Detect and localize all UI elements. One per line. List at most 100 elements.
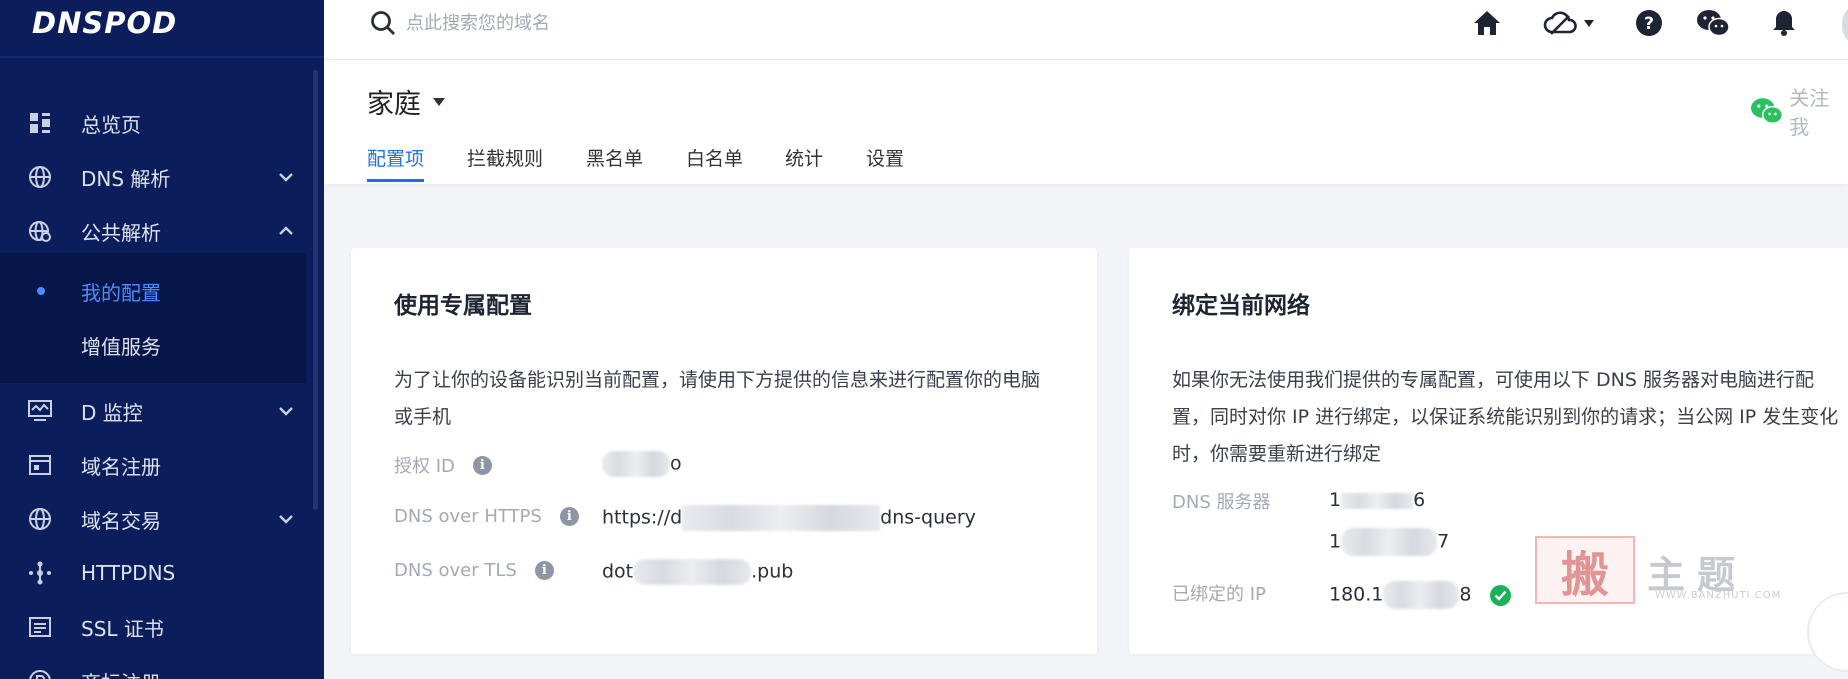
auth-id-value: o [602, 451, 682, 477]
card-title: 绑定当前网络 [1172, 293, 1310, 319]
globe-icon [28, 507, 52, 531]
sidebar-item-dns[interactable]: DNS 解析 [0, 150, 324, 204]
sidebar-item-trademark[interactable]: 商标注册 [0, 654, 324, 679]
value-prefix: https://d [602, 506, 683, 529]
chevron-down-icon [279, 173, 293, 182]
page-title: 家庭 [367, 89, 421, 120]
search-icon[interactable] [369, 9, 397, 37]
value-prefix: 180.1 [1329, 583, 1384, 606]
dot-value: dot .pub [602, 559, 793, 585]
desc-line: 或手机 [394, 406, 452, 428]
redacted-blur [1383, 581, 1460, 609]
sidebar-item-domain-register[interactable]: 域名注册 [0, 438, 324, 492]
card-title: 使用专属配置 [394, 293, 532, 319]
info-icon[interactable]: i [559, 507, 579, 526]
sidebar-subitem-my-config[interactable]: 我的配置 [0, 264, 306, 318]
cloud-icon [1543, 11, 1577, 35]
tab-block-rules[interactable]: 拦截规则 [467, 144, 543, 182]
desc-line: 时，你需要重新进行绑定 [1172, 443, 1382, 465]
dashboard-grid-icon [28, 111, 52, 135]
follow-us-link[interactable]: 关注我 [1750, 82, 1848, 140]
desc-line: 为了让你的设备能识别当前配置，请使用下方提供的信息来进行配置你的电脑 [394, 369, 1041, 391]
sidebar-item-httpdns[interactable]: HTTPDNS [0, 546, 324, 600]
tab-settings[interactable]: 设置 [866, 144, 904, 182]
watermark-seal: 搬 [1535, 536, 1635, 604]
card-description: 为了让你的设备能识别当前配置，请使用下方提供的信息来进行配置你的电脑 或手机 [394, 362, 1040, 436]
sidebar-subitem-label: 我的配置 [81, 280, 161, 305]
browser-window-icon [28, 453, 52, 477]
cloud-menu-button[interactable] [1539, 6, 1599, 40]
help-icon[interactable]: ? [1632, 6, 1666, 40]
redacted-blur [682, 505, 881, 531]
dot-label: DNS over TLS i [394, 560, 554, 581]
value-suffix: 8 [1459, 583, 1472, 606]
node-link-icon [28, 561, 52, 585]
follow-label: 关注我 [1789, 86, 1830, 139]
bell-icon[interactable] [1767, 6, 1801, 40]
doh-label: DNS over HTTPS i [394, 506, 579, 527]
monitor-icon [28, 399, 52, 423]
desc-line: 置，同时对你 IP 进行绑定，以保证系统能识别到你的请求；当公网 IP 发生变化 [1172, 406, 1839, 428]
watermark: 搬 主题 WWW.BANZHUTI.COM [1535, 536, 1780, 606]
bound-ip-label: 已绑定的 IP [1172, 584, 1266, 605]
sidebar-item-label: HTTPDNS [81, 561, 176, 585]
sidebar-subitem-label: 增值服务 [81, 334, 161, 359]
home-icon[interactable] [1470, 6, 1504, 40]
value-suffix: o [670, 452, 682, 475]
sidebar-item-label: D 监控 [81, 400, 143, 425]
tab-blacklist[interactable]: 黑名单 [586, 144, 643, 182]
card-description: 如果你无法使用我们提供的专属配置，可使用以下 DNS 服务器对电脑进行配 置，同… [1172, 362, 1838, 473]
redacted-blur [633, 559, 752, 585]
sidebar-item-public-dns[interactable]: 公共解析 [0, 204, 324, 258]
dedicated-config-card: 使用专属配置 为了让你的设备能识别当前配置，请使用下方提供的信息来进行配置你的电… [351, 248, 1097, 654]
sidebar-item-domain-trade[interactable]: 域名交易 [0, 492, 324, 546]
value-suffix: 7 [1437, 530, 1450, 553]
sidebar-item-d-monitor[interactable]: D 监控 [0, 384, 324, 438]
bound-ip-value: 180.1 8 [1329, 581, 1511, 609]
value-prefix: dot [602, 560, 634, 583]
value-prefix: 1 [1329, 489, 1342, 511]
dns-server-1: 16 [1329, 489, 1425, 511]
dns-server-label: DNS 服务器 [1172, 492, 1271, 513]
globe-icon [28, 165, 52, 189]
row-label-text: 授权 ID [394, 456, 455, 477]
page-header: 家庭 关注我 配置项 拦截规则 黑名单 白名单 统计 设置 [324, 60, 1848, 184]
sidebar-item-label: 公共解析 [81, 220, 161, 245]
certificate-icon [28, 615, 52, 639]
redacted-blur [1341, 492, 1414, 509]
top-bar: ? [324, 0, 1848, 60]
dnspod-logo[interactable]: DNSPOD [32, 6, 177, 40]
chevron-up-icon [279, 226, 293, 235]
active-dot [37, 287, 45, 295]
caret-down-icon [433, 97, 445, 106]
registered-icon [28, 669, 52, 679]
sidebar-item-ssl[interactable]: SSL 证书 [0, 600, 324, 654]
sidebar-divider [0, 56, 324, 58]
config-selector[interactable]: 家庭 [367, 82, 445, 121]
chevron-down-icon [279, 515, 293, 524]
wechat-icon[interactable] [1696, 6, 1730, 40]
info-icon[interactable]: i [534, 561, 554, 580]
sidebar-item-label: 域名交易 [81, 508, 161, 533]
info-icon[interactable]: i [472, 455, 492, 475]
value-suffix: dns-query [880, 506, 976, 529]
row-label-text: DNS over TLS [394, 560, 517, 581]
domain-search-input[interactable] [406, 8, 806, 38]
sidebar-item-overview[interactable]: 总览页 [0, 96, 324, 150]
sidebar-item-label: 域名注册 [81, 454, 161, 479]
tab-config[interactable]: 配置项 [367, 144, 425, 182]
svg-text:?: ? [1644, 14, 1654, 34]
sidebar-subitem-value-added[interactable]: 增值服务 [0, 318, 306, 372]
sidebar-item-label: 商标注册 [81, 667, 161, 679]
desc-line: 如果你无法使用我们提供的专属配置，可使用以下 DNS 服务器对电脑进行配 [1172, 369, 1814, 391]
avatar[interactable] [1842, 8, 1848, 42]
sidebar: DNSPOD 总览页 DNS 解析 公共解析 我的配置 增值服务 D 监控 域名… [0, 0, 324, 679]
caret-down-icon [1584, 20, 1594, 27]
redacted-blur [1341, 528, 1438, 556]
row-label-text: DNS over HTTPS [394, 506, 542, 527]
globe-gear-icon [28, 219, 52, 243]
tab-whitelist[interactable]: 白名单 [686, 144, 743, 182]
tab-statistics[interactable]: 统计 [785, 144, 823, 182]
dns-server-2: 17 [1329, 528, 1449, 556]
sidebar-item-label: SSL 证书 [81, 616, 164, 641]
